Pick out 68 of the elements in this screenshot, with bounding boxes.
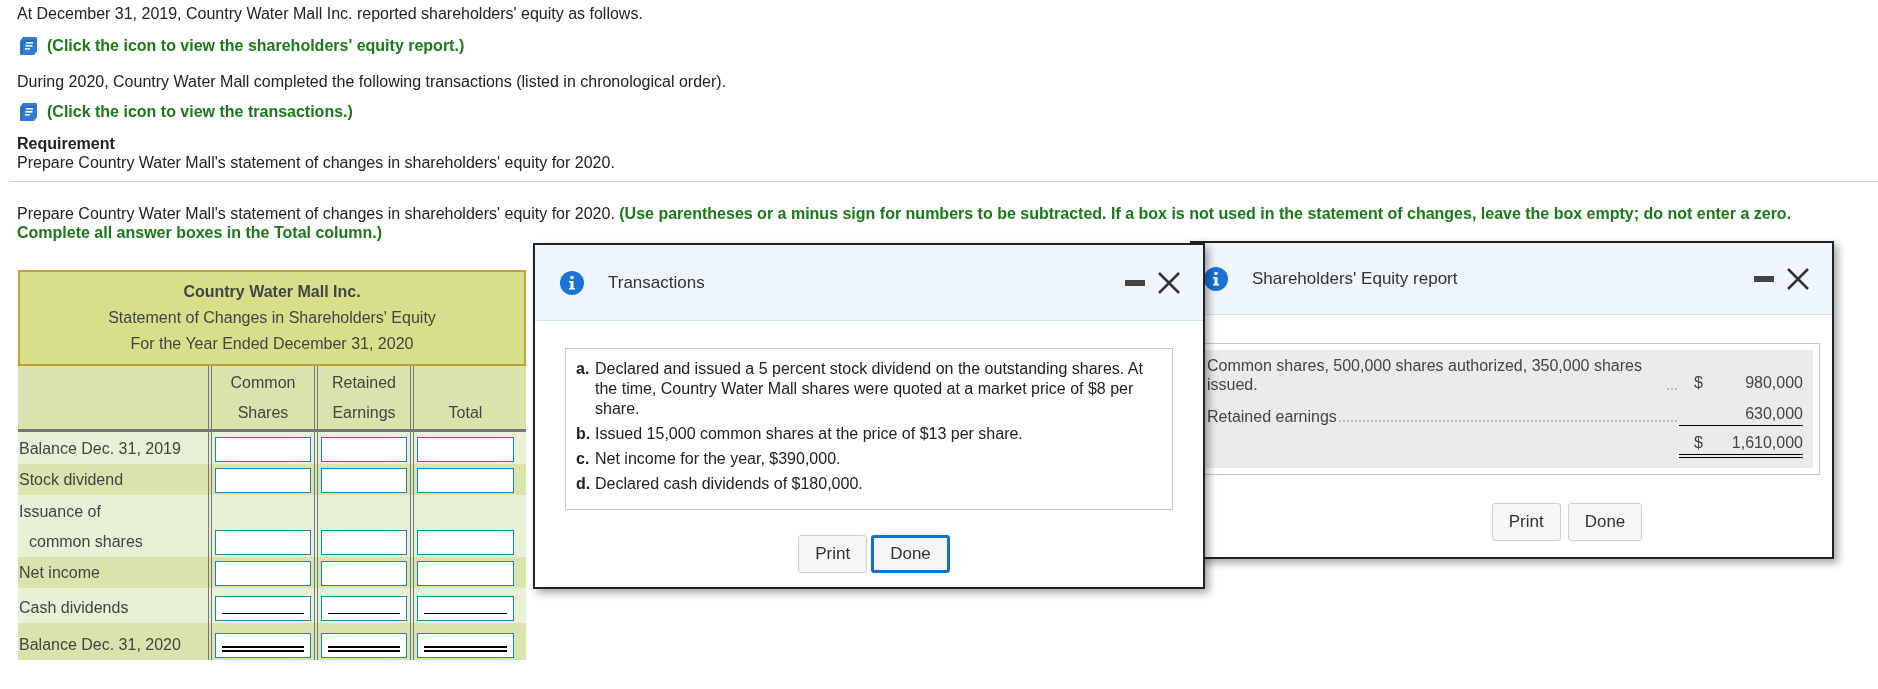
close-icon[interactable] (1157, 270, 1181, 295)
statement-period: For the Year Ended December 31, 2020 (130, 334, 414, 354)
report-line-label: Common shares, 500,000 shares authorized, 350,000 shares issued. (1206, 356, 1643, 394)
answer-field[interactable] (321, 437, 407, 462)
transactions-intro-text: During 2020, Country Water Mall completed the following transactions (listed in chronological order). (17, 72, 728, 92)
transaction-text: Issued 15,000 common shares at the price of $13 per share. (595, 424, 1023, 444)
dialog-button[interactable]: Done (1567, 503, 1643, 541)
item-marker: d. (576, 474, 592, 494)
dialog-button[interactable]: Done (871, 535, 950, 573)
answer-field[interactable] (417, 468, 514, 493)
dialog-button[interactable]: Print (1491, 503, 1561, 541)
column-header: Retained (331, 372, 396, 393)
dialog-button[interactable]: Print (798, 535, 868, 573)
answer-field[interactable] (215, 468, 311, 493)
answer-field[interactable] (215, 633, 311, 658)
answer-field[interactable] (417, 530, 514, 555)
transactions-link[interactable]: (Click the icon to view the transactions.) (47, 100, 353, 124)
requirement-text: Prepare Country Water Mall's statement of changes in shareholders' equity for 2020. (17, 153, 616, 172)
column-header: Common (230, 372, 296, 393)
transaction-text: Declared and issued a 5 percent stock dividend on the outstanding shares. At the time, Country Water Mall shares were quoted at a market price of $8 per share. (595, 359, 1144, 419)
transaction-text: Declared cash dividends of $180,000. (595, 474, 863, 494)
report-amount: 630,000 (1744, 404, 1803, 423)
answer-field[interactable] (417, 437, 514, 462)
info-icon (560, 270, 584, 295)
statement-title: Statement of Changes in Shareholders' Equity (108, 308, 436, 328)
intro-text: At December 31, 2019, Country Water Mall Inc. reported shareholders' equity as follows. (17, 4, 644, 24)
column-header: Total (448, 402, 483, 423)
answer-field[interactable] (215, 561, 311, 586)
book-icon[interactable] (17, 35, 39, 57)
column-header: Shares (237, 402, 289, 423)
close-icon[interactable] (1786, 266, 1810, 291)
answer-field[interactable] (417, 633, 514, 658)
item-marker: b. (576, 424, 592, 444)
row-label: Stock dividend (19, 470, 125, 490)
answer-field[interactable] (215, 437, 311, 462)
book-icon[interactable] (17, 101, 39, 123)
row-label: Balance Dec. 31, 2020 (19, 635, 182, 655)
answer-field[interactable] (321, 596, 407, 621)
answer-field[interactable] (321, 633, 407, 658)
answer-field[interactable] (417, 561, 514, 586)
item-marker: a. (576, 359, 591, 379)
row-label: Net income (19, 563, 101, 583)
minimize-icon[interactable] (1754, 274, 1774, 283)
row-label: Cash dividends (19, 598, 130, 618)
equity-report-link[interactable]: (Click the icon to view the shareholders' equity report.) (47, 34, 465, 58)
minimize-icon[interactable] (1125, 278, 1145, 287)
answer-field[interactable] (321, 530, 407, 555)
row-label: Balance Dec. 31, 2019 (19, 439, 182, 459)
item-marker: c. (576, 449, 591, 469)
column-header: Earnings (332, 402, 396, 423)
currency-sign: $ (1694, 374, 1703, 391)
report-line-label: Retained earnings (1206, 407, 1337, 426)
row-label: common shares (28, 532, 144, 552)
company-name: Country Water Mall Inc. (183, 282, 361, 302)
answer-field[interactable] (215, 530, 311, 555)
dialog-title: Shareholders' Equity report (1252, 267, 1458, 290)
answer-field[interactable] (321, 561, 407, 586)
transaction-text: Net income for the year, $390,000. (595, 449, 841, 469)
report-amount: 980,000 (1744, 373, 1803, 392)
row-label: Issuance of (19, 502, 102, 522)
requirement-heading: Requirement (17, 134, 116, 153)
currency-sign: $ (1694, 434, 1703, 451)
answer-field[interactable] (417, 596, 514, 621)
answer-field[interactable] (215, 596, 311, 621)
instructions-text: Prepare Country Water Mall's statement of changes in shareholders' equity for 2020. (Use parentheses or a minus sign for numbers to be subtracted. If a box is not used in the statement of changes, leave the box empty; do not enter a zero. Complete all answer boxes in the Total column.) (17, 204, 1793, 242)
answer-field[interactable] (321, 468, 407, 493)
report-amount: 1,610,000 (1730, 433, 1803, 452)
dialog-title: Transactions (608, 271, 705, 294)
